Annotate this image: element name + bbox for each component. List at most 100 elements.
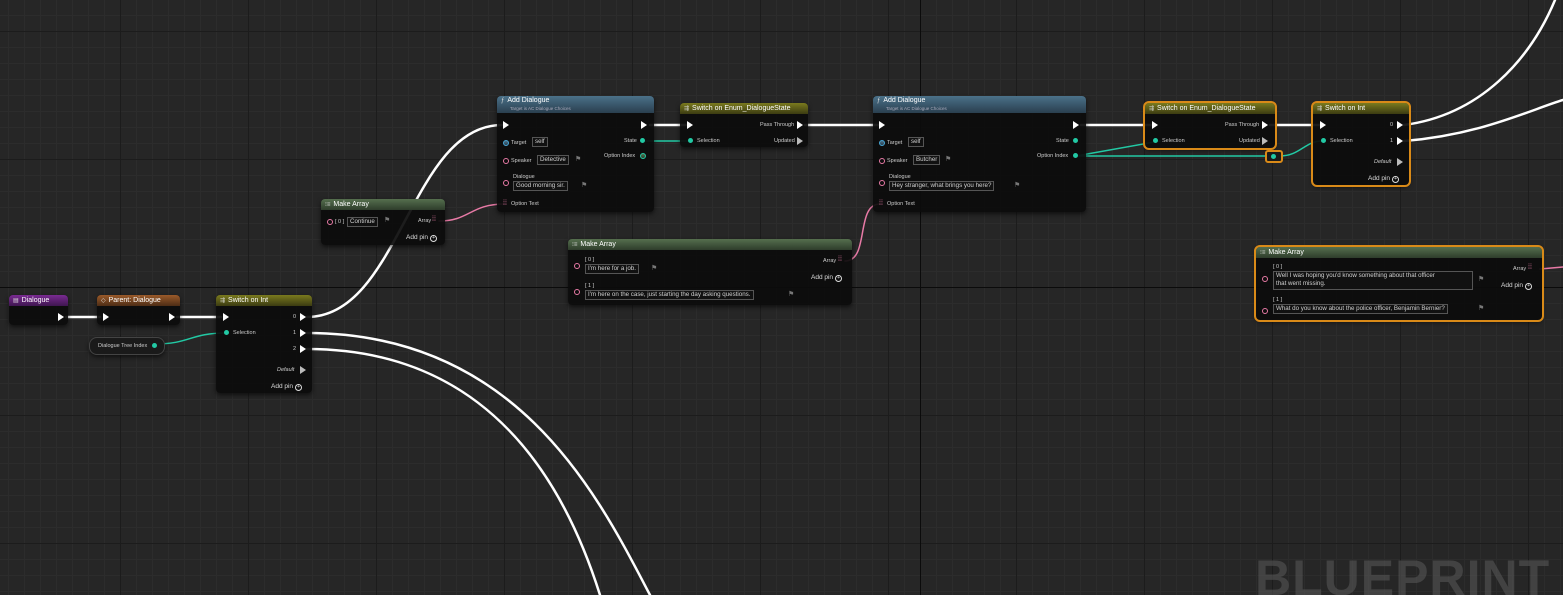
exec-out-1-pin[interactable] [300,329,306,337]
add-pin-button[interactable]: Add pin + [271,383,303,391]
exec-updated-pin[interactable] [797,137,803,145]
exec-in-pin[interactable] [687,121,693,129]
int-out-pin[interactable] [152,343,157,348]
state-out-pin[interactable] [1073,138,1078,143]
dialogue-variable-node[interactable]: ▤ Dialogue [9,295,68,325]
switch-on-int-node[interactable]: ⇶ Switch on Int Selection 0 1 2 Default A… [216,295,312,393]
add-pin-button[interactable]: Add pin + [1368,175,1400,183]
element-1-pin[interactable] [574,289,580,295]
dialogue-field[interactable]: Good morning sir. [513,181,568,191]
element-0-field[interactable]: Continue [347,217,378,227]
localize-flag-icon[interactable]: ⚑ [575,155,581,163]
exec-pass-through-pin[interactable] [1262,121,1268,129]
state-label: State [1056,138,1069,144]
out-0-label: 0 [293,314,297,320]
localize-flag-icon[interactable]: ⚑ [1478,275,1484,283]
reroute-node[interactable] [1265,150,1283,163]
selection-pin[interactable] [688,138,693,143]
localize-flag-icon[interactable]: ⚑ [1478,304,1484,312]
add-dialogue-node-2[interactable]: ƒ Add Dialogue Target is AC Dialogue Choic… [873,96,1086,212]
out-1-label: 1 [293,330,297,336]
state-out-pin[interactable] [640,138,645,143]
exec-out-1-pin[interactable] [1397,137,1403,145]
localize-flag-icon[interactable]: ⚑ [788,290,794,298]
localize-flag-icon[interactable]: ⚑ [384,216,390,224]
exec-updated-pin[interactable] [1262,137,1268,145]
option-index-out-pin[interactable] [1073,153,1078,158]
array-out-pin[interactable]: ⁞⁞ [838,256,842,263]
switch-on-enum-node-1[interactable]: ⇶ Switch on Enum_DialogueState Pass Throu… [680,103,808,147]
array-icon: ⁝≡ [1260,250,1266,256]
option-text-label: Option Text [511,201,539,207]
option-index-out-pin[interactable] [640,153,646,159]
exec-out-pin[interactable] [169,313,175,321]
reroute-pin[interactable] [1271,154,1276,159]
target-field[interactable]: self [532,137,548,147]
option-text-pin[interactable]: ⁞⁞ [879,200,883,207]
add-pin-button[interactable]: Add pin + [811,274,843,282]
localize-flag-icon[interactable]: ⚑ [945,155,951,163]
dialogue-pin[interactable] [503,180,509,186]
target-pin[interactable] [503,140,509,146]
option-text-pin[interactable]: ⁞⁞ [503,200,507,207]
exec-out-pin[interactable] [641,121,647,129]
element-1-pin[interactable] [1262,308,1268,314]
dialogue-field[interactable]: Hey stranger, what brings you here? [889,181,995,191]
exec-pass-through-pin[interactable] [797,121,803,129]
selection-pin[interactable] [224,330,229,335]
localize-flag-icon[interactable]: ⚑ [1014,181,1020,189]
add-pin-button[interactable]: Add pin + [406,234,438,242]
exec-in-pin[interactable] [1152,121,1158,129]
exec-out-pin[interactable] [1073,121,1079,129]
add-dialogue-node-1[interactable]: ƒ Add Dialogue Target is AC Dialogue Choic… [497,96,654,212]
exec-out-0-pin[interactable] [300,313,306,321]
make-array-node-1[interactable]: ⁝≡ Make Array [ 0 ] Continue ⚑ Array ⁞⁞ A… [321,199,445,245]
switch-on-int-node-2[interactable]: ⇶ Switch on Int Selection 0 1 Default Add… [1311,101,1411,187]
speaker-field[interactable]: Butcher [913,155,941,165]
add-pin-button[interactable]: Add pin + [1501,282,1533,290]
selection-label: Selection [1330,138,1353,144]
dialogue-tree-index-node[interactable]: Dialogue Tree Index [89,337,165,355]
selection-label: Selection [697,138,720,144]
array-out-pin[interactable]: ⁞⁞ [432,216,436,223]
element-1-field[interactable]: I'm here on the case, just starting the … [585,290,754,300]
localize-flag-icon[interactable]: ⚑ [581,181,587,189]
parent-dialogue-node[interactable]: ◇ Parent: Dialogue [97,295,180,325]
localize-flag-icon[interactable]: ⚑ [651,264,657,272]
dialogue-pin[interactable] [879,180,885,186]
node-title: Add Dialogue [507,97,550,104]
selection-pin[interactable] [1321,138,1326,143]
switch-on-enum-node-2[interactable]: ⇶ Switch on Enum_DialogueState Pass Throu… [1143,101,1277,150]
speaker-pin[interactable] [503,158,509,164]
element-0-field[interactable]: Well I was hoping you'd know something a… [1273,271,1473,290]
exec-default-pin[interactable] [300,366,306,374]
add-pin-icon: + [835,275,843,282]
element-1-field[interactable]: What do you know about the police office… [1273,304,1448,314]
exec-in-pin[interactable] [103,313,109,321]
speaker-field[interactable]: Detective [537,155,569,165]
array-wire [1539,266,1563,270]
element-0-pin[interactable] [574,263,580,269]
exec-in-pin[interactable] [879,121,885,129]
selection-pin[interactable] [1153,138,1158,143]
make-array-node-2[interactable]: ⁝≡ Make Array [ 0 ] I'm here for a job. ⚑… [568,239,852,305]
element-0-pin[interactable] [327,219,333,225]
element-0-pin[interactable] [1262,276,1268,282]
target-field[interactable]: self [908,137,924,147]
exec-out-2-pin[interactable] [300,345,306,353]
add-pin-icon: + [1392,176,1400,183]
exec-in-pin[interactable] [223,313,229,321]
exec-out-0-pin[interactable] [1397,121,1403,129]
exec-in-pin[interactable] [503,121,509,129]
target-pin[interactable] [879,140,885,146]
dialogue-label: Dialogue [513,174,535,180]
exec-out-pin[interactable] [58,313,64,321]
exec-default-pin[interactable] [1397,158,1403,166]
speaker-pin[interactable] [879,158,885,164]
element-0-field[interactable]: I'm here for a job. [585,264,639,274]
array-out-pin[interactable]: ⁞⁞ [1528,264,1532,271]
exec-in-pin[interactable] [1320,121,1326,129]
variable-icon: ▤ [13,298,19,304]
add-pin-label: Add pin [271,383,294,390]
make-array-node-3[interactable]: ⁝≡ Make Array [ 0 ] Well I was hoping you… [1254,245,1544,322]
